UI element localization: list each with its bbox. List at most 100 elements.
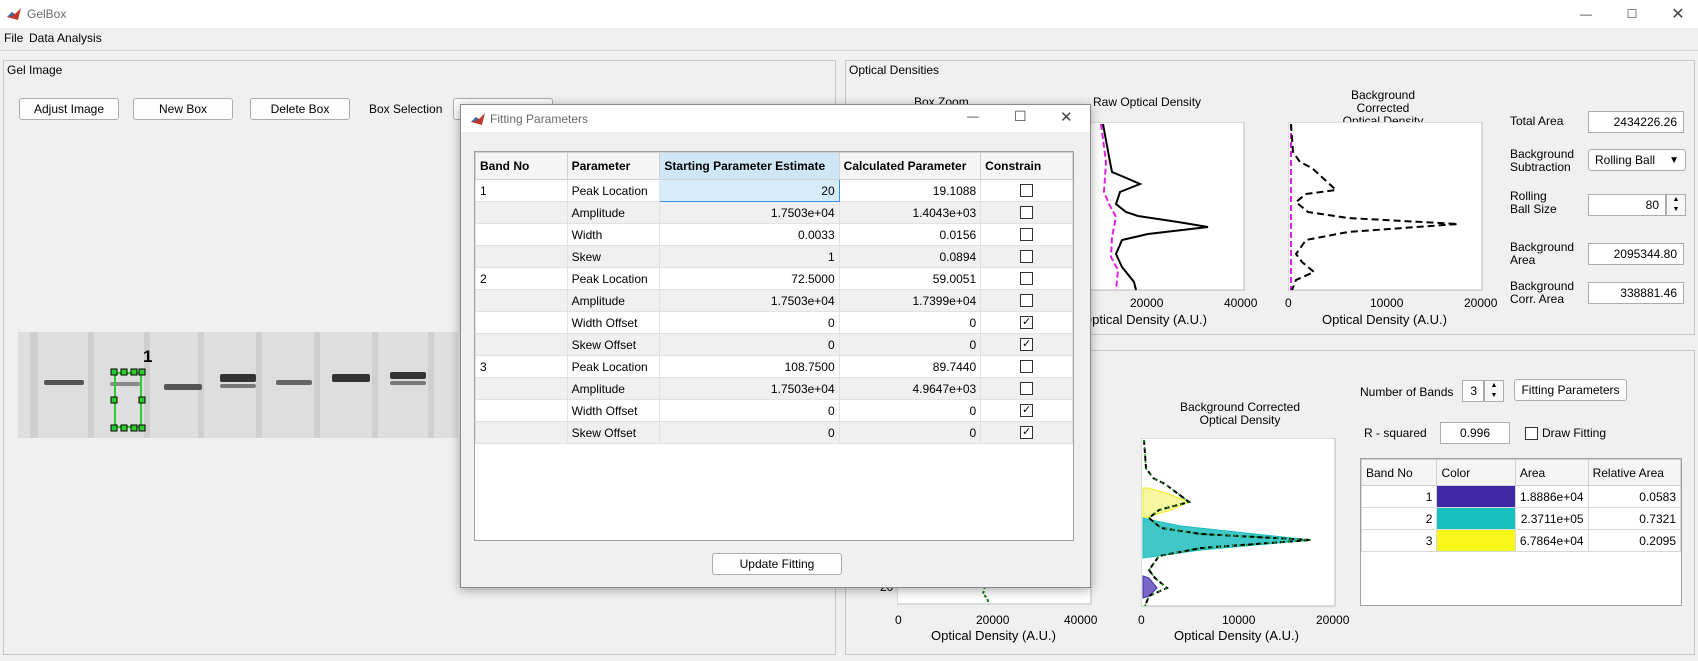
band-no-cell[interactable] xyxy=(475,245,568,268)
area-cell[interactable]: 2.3711e+05 xyxy=(1514,507,1589,530)
constrain-checkbox[interactable] xyxy=(1020,206,1034,219)
starting-estimate-cell[interactable]: 1.7503e+04 xyxy=(659,289,840,312)
constrain-cell[interactable] xyxy=(980,377,1073,400)
rolling-ball-field[interactable]: 80 xyxy=(1588,194,1666,216)
table-row[interactable]: Amplitude 1.7503e+04 1.4043e+03 xyxy=(475,201,1073,224)
parameter-cell[interactable]: Peak Location xyxy=(566,267,661,290)
maximize-icon[interactable]: ☐ xyxy=(1609,0,1655,28)
delete-box-button[interactable]: Delete Box xyxy=(250,98,350,120)
parameter-cell[interactable]: Peak Location xyxy=(566,179,661,202)
constrain-cell[interactable]: ✓ xyxy=(980,333,1073,356)
dialog-close-icon[interactable]: ✕ xyxy=(1060,108,1073,126)
table-header-constrain[interactable]: Constrain xyxy=(980,152,1073,180)
table-row[interactable]: 3 6.7864e+04 0.2095 xyxy=(1360,529,1682,552)
new-box-button[interactable]: New Box xyxy=(133,98,233,120)
num-bands-stepper[interactable]: ▲ ▼ xyxy=(1484,380,1504,402)
band-no-cell[interactable]: 2 xyxy=(1360,507,1438,530)
color-swatch[interactable] xyxy=(1436,485,1516,508)
color-swatch[interactable] xyxy=(1436,529,1516,552)
calculated-parameter-cell[interactable]: 0 xyxy=(838,333,982,356)
constrain-cell[interactable] xyxy=(980,223,1073,246)
table-row[interactable]: 2 Peak Location 72.5000 59.0051 xyxy=(475,267,1073,290)
parameter-cell[interactable]: Width Offset xyxy=(566,311,661,334)
dialog-maximize-icon[interactable]: ☐ xyxy=(1014,108,1027,125)
constrain-cell[interactable] xyxy=(980,201,1073,224)
band-no-cell[interactable]: 3 xyxy=(1360,529,1438,552)
adjust-image-button[interactable]: Adjust Image xyxy=(19,98,119,120)
calculated-parameter-cell[interactable]: 1.4043e+03 xyxy=(838,201,982,224)
update-fitting-button[interactable]: Update Fitting xyxy=(712,553,842,575)
band-no-cell[interactable] xyxy=(475,421,568,444)
total-area-field[interactable]: 2434226.26 xyxy=(1588,111,1684,133)
starting-estimate-cell[interactable]: 0.0033 xyxy=(659,223,840,246)
calculated-parameter-cell[interactable]: 59.0051 xyxy=(838,267,982,290)
calculated-parameter-cell[interactable]: 0 xyxy=(838,421,982,444)
minimize-icon[interactable]: — xyxy=(1563,0,1609,28)
starting-estimate-cell[interactable]: 0 xyxy=(659,421,840,444)
starting-estimate-cell[interactable]: 72.5000 xyxy=(659,267,840,290)
band-no-cell[interactable]: 3 xyxy=(475,355,568,378)
band-no-cell[interactable] xyxy=(475,311,568,334)
starting-estimate-cell[interactable]: 0 xyxy=(659,333,840,356)
color-swatch[interactable] xyxy=(1436,507,1516,530)
constrain-cell[interactable] xyxy=(980,179,1073,202)
table-row[interactable]: Skew Offset 0 0 ✓ xyxy=(475,421,1073,444)
constrain-checkbox[interactable] xyxy=(1020,250,1034,263)
starting-estimate-cell[interactable]: 0 xyxy=(659,311,840,334)
parameter-cell[interactable]: Skew xyxy=(566,245,661,268)
calculated-parameter-cell[interactable]: 4.9647e+03 xyxy=(838,377,982,400)
draw-fitting-checkbox[interactable] xyxy=(1525,427,1538,440)
bg-subtraction-select[interactable]: Rolling Ball ▼ xyxy=(1588,149,1686,171)
constrain-checkbox[interactable] xyxy=(1020,294,1034,307)
constrain-cell[interactable] xyxy=(980,267,1073,290)
area-cell[interactable]: 1.8886e+04 xyxy=(1514,485,1589,508)
band-no-cell[interactable]: 1 xyxy=(475,179,568,202)
table-row[interactable]: 3 Peak Location 108.7500 89.7440 xyxy=(475,355,1073,378)
constrain-cell[interactable] xyxy=(980,355,1073,378)
table-row[interactable]: Width Offset 0 0 ✓ xyxy=(475,399,1073,422)
fitting-parameters-button[interactable]: Fitting Parameters xyxy=(1514,379,1627,401)
table-row[interactable]: 2 2.3711e+05 0.7321 xyxy=(1360,507,1682,530)
calculated-parameter-cell[interactable]: 0 xyxy=(838,399,982,422)
starting-estimate-cell[interactable]: 1.7503e+04 xyxy=(659,377,840,400)
bg-area-field[interactable]: 2095344.80 xyxy=(1588,243,1684,265)
constrain-checkbox[interactable] xyxy=(1020,272,1034,285)
band-no-cell[interactable]: 1 xyxy=(1360,485,1438,508)
relative-area-cell[interactable]: 0.2095 xyxy=(1587,529,1682,552)
stepper-up-icon[interactable]: ▲ xyxy=(1485,381,1503,391)
parameter-cell[interactable]: Peak Location xyxy=(566,355,661,378)
calculated-parameter-cell[interactable]: 1.7399e+04 xyxy=(838,289,982,312)
band-no-cell[interactable] xyxy=(475,333,568,356)
menu-file[interactable]: File xyxy=(4,31,23,45)
close-icon[interactable]: ✕ xyxy=(1655,0,1698,28)
table-row[interactable]: Width Offset 0 0 ✓ xyxy=(475,311,1073,334)
box-handles[interactable] xyxy=(110,368,146,432)
constrain-checkbox[interactable]: ✓ xyxy=(1020,404,1034,417)
relative-area-cell[interactable]: 0.0583 xyxy=(1587,485,1682,508)
relative-area-cell[interactable]: 0.7321 xyxy=(1587,507,1682,530)
band-no-cell[interactable] xyxy=(475,377,568,400)
constrain-cell[interactable]: ✓ xyxy=(980,399,1073,422)
rolling-ball-stepper[interactable]: ▲ ▼ xyxy=(1666,194,1686,216)
constrain-checkbox[interactable]: ✓ xyxy=(1020,316,1034,329)
stepper-down-icon[interactable]: ▼ xyxy=(1485,391,1503,401)
constrain-cell[interactable]: ✓ xyxy=(980,421,1073,444)
constrain-cell[interactable] xyxy=(980,289,1073,312)
calculated-parameter-cell[interactable]: 0 xyxy=(838,311,982,334)
table-header-parameter[interactable]: Parameter xyxy=(566,152,661,180)
band-no-cell[interactable] xyxy=(475,289,568,312)
constrain-checkbox[interactable]: ✓ xyxy=(1020,338,1034,351)
fitting-parameters-dialog[interactable]: Fitting Parameters — ☐ ✕ Band No Paramet… xyxy=(460,104,1091,588)
dialog-minimize-icon[interactable]: — xyxy=(967,109,979,123)
band-no-cell[interactable]: 2 xyxy=(475,267,568,290)
starting-estimate-cell[interactable]: 1.7503e+04 xyxy=(659,201,840,224)
constrain-checkbox[interactable] xyxy=(1020,382,1034,395)
parameter-cell[interactable]: Width xyxy=(566,223,661,246)
table-row[interactable]: Amplitude 1.7503e+04 1.7399e+04 xyxy=(475,289,1073,312)
table-row[interactable]: 1 1.8886e+04 0.0583 xyxy=(1360,485,1682,508)
band-no-cell[interactable] xyxy=(475,201,568,224)
calculated-parameter-cell[interactable]: 89.7440 xyxy=(838,355,982,378)
parameter-cell[interactable]: Amplitude xyxy=(566,289,661,312)
constrain-checkbox[interactable] xyxy=(1020,228,1034,241)
starting-estimate-cell[interactable]: 20 xyxy=(659,179,840,202)
